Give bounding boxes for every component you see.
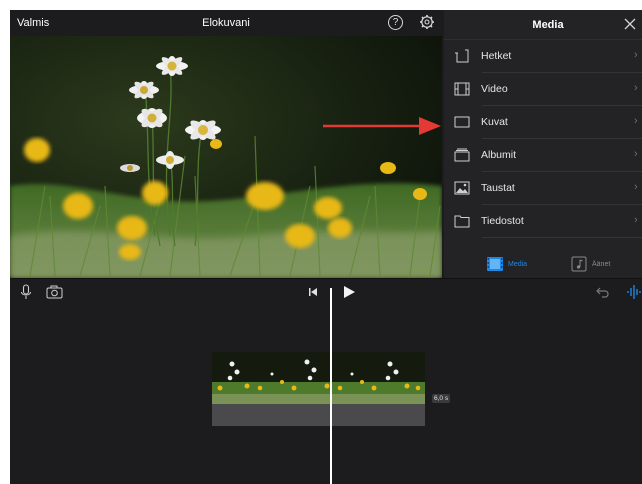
media-item-label: Albumit xyxy=(481,149,517,161)
project-title: Elokuvani xyxy=(202,17,250,29)
media-item-video[interactable]: Video › xyxy=(444,73,642,106)
video-viewer[interactable] xyxy=(10,36,442,278)
media-item-kuvat[interactable]: Kuvat › xyxy=(444,106,642,139)
chevron-right-icon: › xyxy=(634,49,638,61)
media-panel-header: Media xyxy=(444,10,642,40)
chevron-right-icon: › xyxy=(634,148,638,160)
video-clip[interactable] xyxy=(212,352,425,404)
media-item-label: Video xyxy=(481,83,508,95)
media-item-albumit[interactable]: Albumit › xyxy=(444,139,642,172)
tab-label: Äänet xyxy=(592,261,611,268)
settings-gear-icon[interactable] xyxy=(419,14,435,30)
meadow-preview-image xyxy=(10,36,442,278)
backgrounds-icon xyxy=(454,181,470,195)
skip-to-start-icon[interactable] xyxy=(308,287,318,297)
media-item-tiedostot[interactable]: Tiedostot › xyxy=(444,205,642,238)
media-item-label: Kuvat xyxy=(481,116,508,128)
chevron-right-icon: › xyxy=(634,181,638,193)
microphone-icon[interactable] xyxy=(20,284,32,300)
top-bar: Valmis Elokuvani ? xyxy=(10,10,442,36)
film-icon xyxy=(454,82,470,96)
playhead[interactable] xyxy=(330,288,332,484)
chevron-right-icon: › xyxy=(634,115,638,127)
chevron-right-icon: › xyxy=(634,82,638,94)
undo-icon[interactable] xyxy=(596,285,610,299)
audio-tab-icon xyxy=(571,256,587,272)
media-item-label: Taustat xyxy=(481,182,515,194)
albums-icon xyxy=(454,148,470,162)
imovie-app: Valmis Elokuvani ? Media Hetket › Video … xyxy=(10,10,642,484)
media-item-label: Tiedostot xyxy=(481,215,524,227)
play-icon[interactable] xyxy=(342,285,356,299)
media-item-label: Hetket xyxy=(481,50,512,62)
chevron-right-icon: › xyxy=(634,214,638,226)
media-panel: Media Hetket › Video › Kuvat › Albumit ›… xyxy=(444,10,642,278)
clip-audio-track[interactable] xyxy=(212,404,425,426)
close-icon[interactable] xyxy=(622,16,638,32)
media-panel-tabs: Media Äänet xyxy=(444,250,642,278)
media-item-hetket[interactable]: Hetket › xyxy=(444,40,642,73)
tab-label: Media xyxy=(508,261,528,268)
camera-icon[interactable] xyxy=(46,285,63,299)
clip-duration-label: 6,0 s xyxy=(432,394,451,403)
media-panel-title: Media xyxy=(532,19,564,31)
media-tab-icon xyxy=(487,257,503,271)
audio-waveform-icon[interactable] xyxy=(626,284,642,300)
help-button[interactable]: ? xyxy=(388,15,403,30)
folder-icon xyxy=(454,215,470,228)
clip-thumbnail-strip xyxy=(212,352,425,404)
media-item-taustat[interactable]: Taustat › xyxy=(444,172,642,205)
moments-icon xyxy=(455,49,469,63)
red-arrow-annotation xyxy=(323,117,441,135)
photo-frame-icon xyxy=(454,116,470,128)
timeline[interactable]: 6,0 s xyxy=(10,304,642,484)
